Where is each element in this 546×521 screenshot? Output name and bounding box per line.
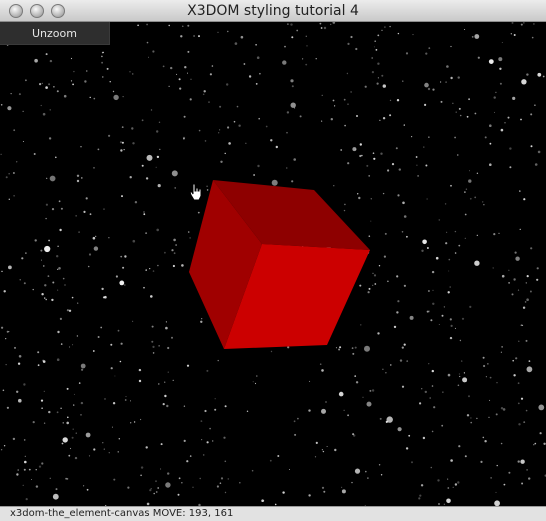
red-cube[interactable]	[0, 22, 546, 506]
x3d-canvas[interactable]: Unzoom	[0, 22, 546, 506]
hand-cursor-icon	[189, 183, 202, 201]
title-bar: X3DOM styling tutorial 4	[0, 0, 546, 22]
unzoom-button[interactable]: Unzoom	[0, 22, 110, 45]
app-window: X3DOM styling tutorial 4 Unzoom x3dom-th…	[0, 0, 546, 521]
status-bar: x3dom-the_element-canvas MOVE: 193, 161	[0, 506, 546, 521]
window-title: X3DOM styling tutorial 4	[187, 3, 359, 19]
